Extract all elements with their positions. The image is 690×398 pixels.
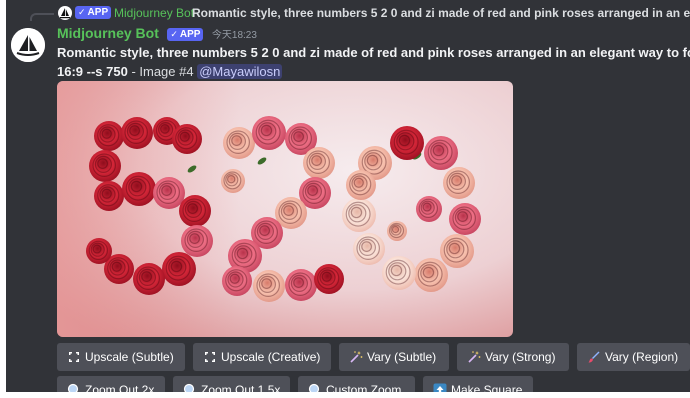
timestamp: 今天18:23 [211,30,257,41]
rose-flower [172,124,202,154]
custom-zoom-label: Custom Zoom [326,383,402,392]
vary-strong-label: Vary (Strong) [485,350,556,364]
rose-flower [133,263,165,295]
rose-flower [253,270,285,302]
rose-flower [162,252,196,286]
vary-strong-button[interactable]: Vary (Strong) [457,343,569,371]
rose-flower [94,121,124,151]
rose-flower [440,234,474,268]
rose-flower [252,116,286,150]
message-frame: ✓ APP Midjourney Bot Romantic style, thre… [6,0,690,392]
rose-flower [285,269,317,301]
rose-flower [153,177,185,209]
image-label: - Image #4 [127,64,198,79]
rose-flower [382,256,416,290]
user-mention[interactable]: @Mayawilosn [197,64,283,79]
reply-connector [30,13,54,21]
vary-subtle-button[interactable]: Vary (Subtle) [339,343,449,371]
reply-app-tag: ✓ APP [75,6,112,19]
rose-flower [179,195,211,227]
brush-icon [587,350,601,364]
reply-avatar[interactable] [58,6,72,20]
rose-flower [122,172,156,206]
upscale-subtle-label: Upscale (Subtle) [85,350,174,364]
app-tag: ✓ APP [167,28,204,41]
rose-flower [424,136,458,170]
zoom-icon [308,383,322,392]
rose-flower [181,225,213,257]
rose-flower [223,127,255,159]
upscale-creative-button[interactable]: Upscale (Creative) [193,343,331,371]
reply-author[interactable]: Midjourney Bot [114,5,194,21]
make-square-label: Make Square [451,383,523,392]
upscale-icon [67,350,81,364]
upscale-creative-label: Upscale (Creative) [221,350,321,364]
rose-flower [416,196,442,222]
username[interactable]: Midjourney Bot [57,25,159,41]
rose-flower [342,198,376,232]
upscale-icon [203,350,217,364]
zoom-out-1-5x-label: Zoom Out 1.5x [201,383,281,392]
avatar[interactable] [11,28,45,62]
generated-image[interactable] [57,81,513,337]
vary-region-button[interactable]: Vary (Region) [577,343,690,371]
reply-app-tag-label: APP [87,7,109,18]
rose-flower [314,264,344,294]
zoom-icon [67,383,81,392]
sparkle-wand-icon [467,350,481,364]
reply-reference[interactable]: ✓ APP Midjourney Bot Romantic style, thre… [6,5,690,21]
reply-text[interactable]: Romantic style, three numbers 5 2 0 and … [192,5,690,21]
message-header: Midjourney Bot ✓ APP 今天18:23 [57,24,257,42]
rose-flower [222,266,252,296]
vary-region-label: Vary (Region) [605,350,679,364]
rose-flower [387,221,407,241]
zoom-out-2x-button[interactable]: Zoom Out 2x [57,376,165,392]
sparkle-wand-icon [349,350,363,364]
prompt-text: Romantic style, three numbers 5 2 0 and … [57,45,690,60]
message-content: Romantic style, three numbers 5 2 0 and … [57,43,690,81]
upscale-subtle-button[interactable]: Upscale (Subtle) [57,343,185,371]
rose-flower [449,203,481,235]
rose-flower [303,147,335,179]
zoom-out-2x-label: Zoom Out 2x [85,383,155,392]
rose-flower [89,150,121,182]
rose-flower [121,117,153,149]
verified-check-icon: ✓ [78,7,86,17]
app-tag-label: APP [179,29,201,40]
rose-flower [414,258,448,292]
rose-flower [390,126,424,160]
verified-check-icon: ✓ [170,29,178,39]
rose-flower [221,169,245,193]
rose-flower [443,167,475,199]
prompt-params: 16:9 --s 750 [57,64,128,79]
zoom-out-1-5x-button[interactable]: Zoom Out 1.5x [173,376,290,392]
zoom-icon [183,383,197,392]
rose-flower [86,238,112,264]
rose-flower [353,233,385,265]
make-square-button[interactable]: Make Square [423,376,533,392]
make-square-icon [433,383,447,392]
vary-subtle-label: Vary (Subtle) [367,350,437,364]
rose-flower [94,181,124,211]
custom-zoom-button[interactable]: Custom Zoom [298,376,415,392]
rose-flower [346,170,376,200]
